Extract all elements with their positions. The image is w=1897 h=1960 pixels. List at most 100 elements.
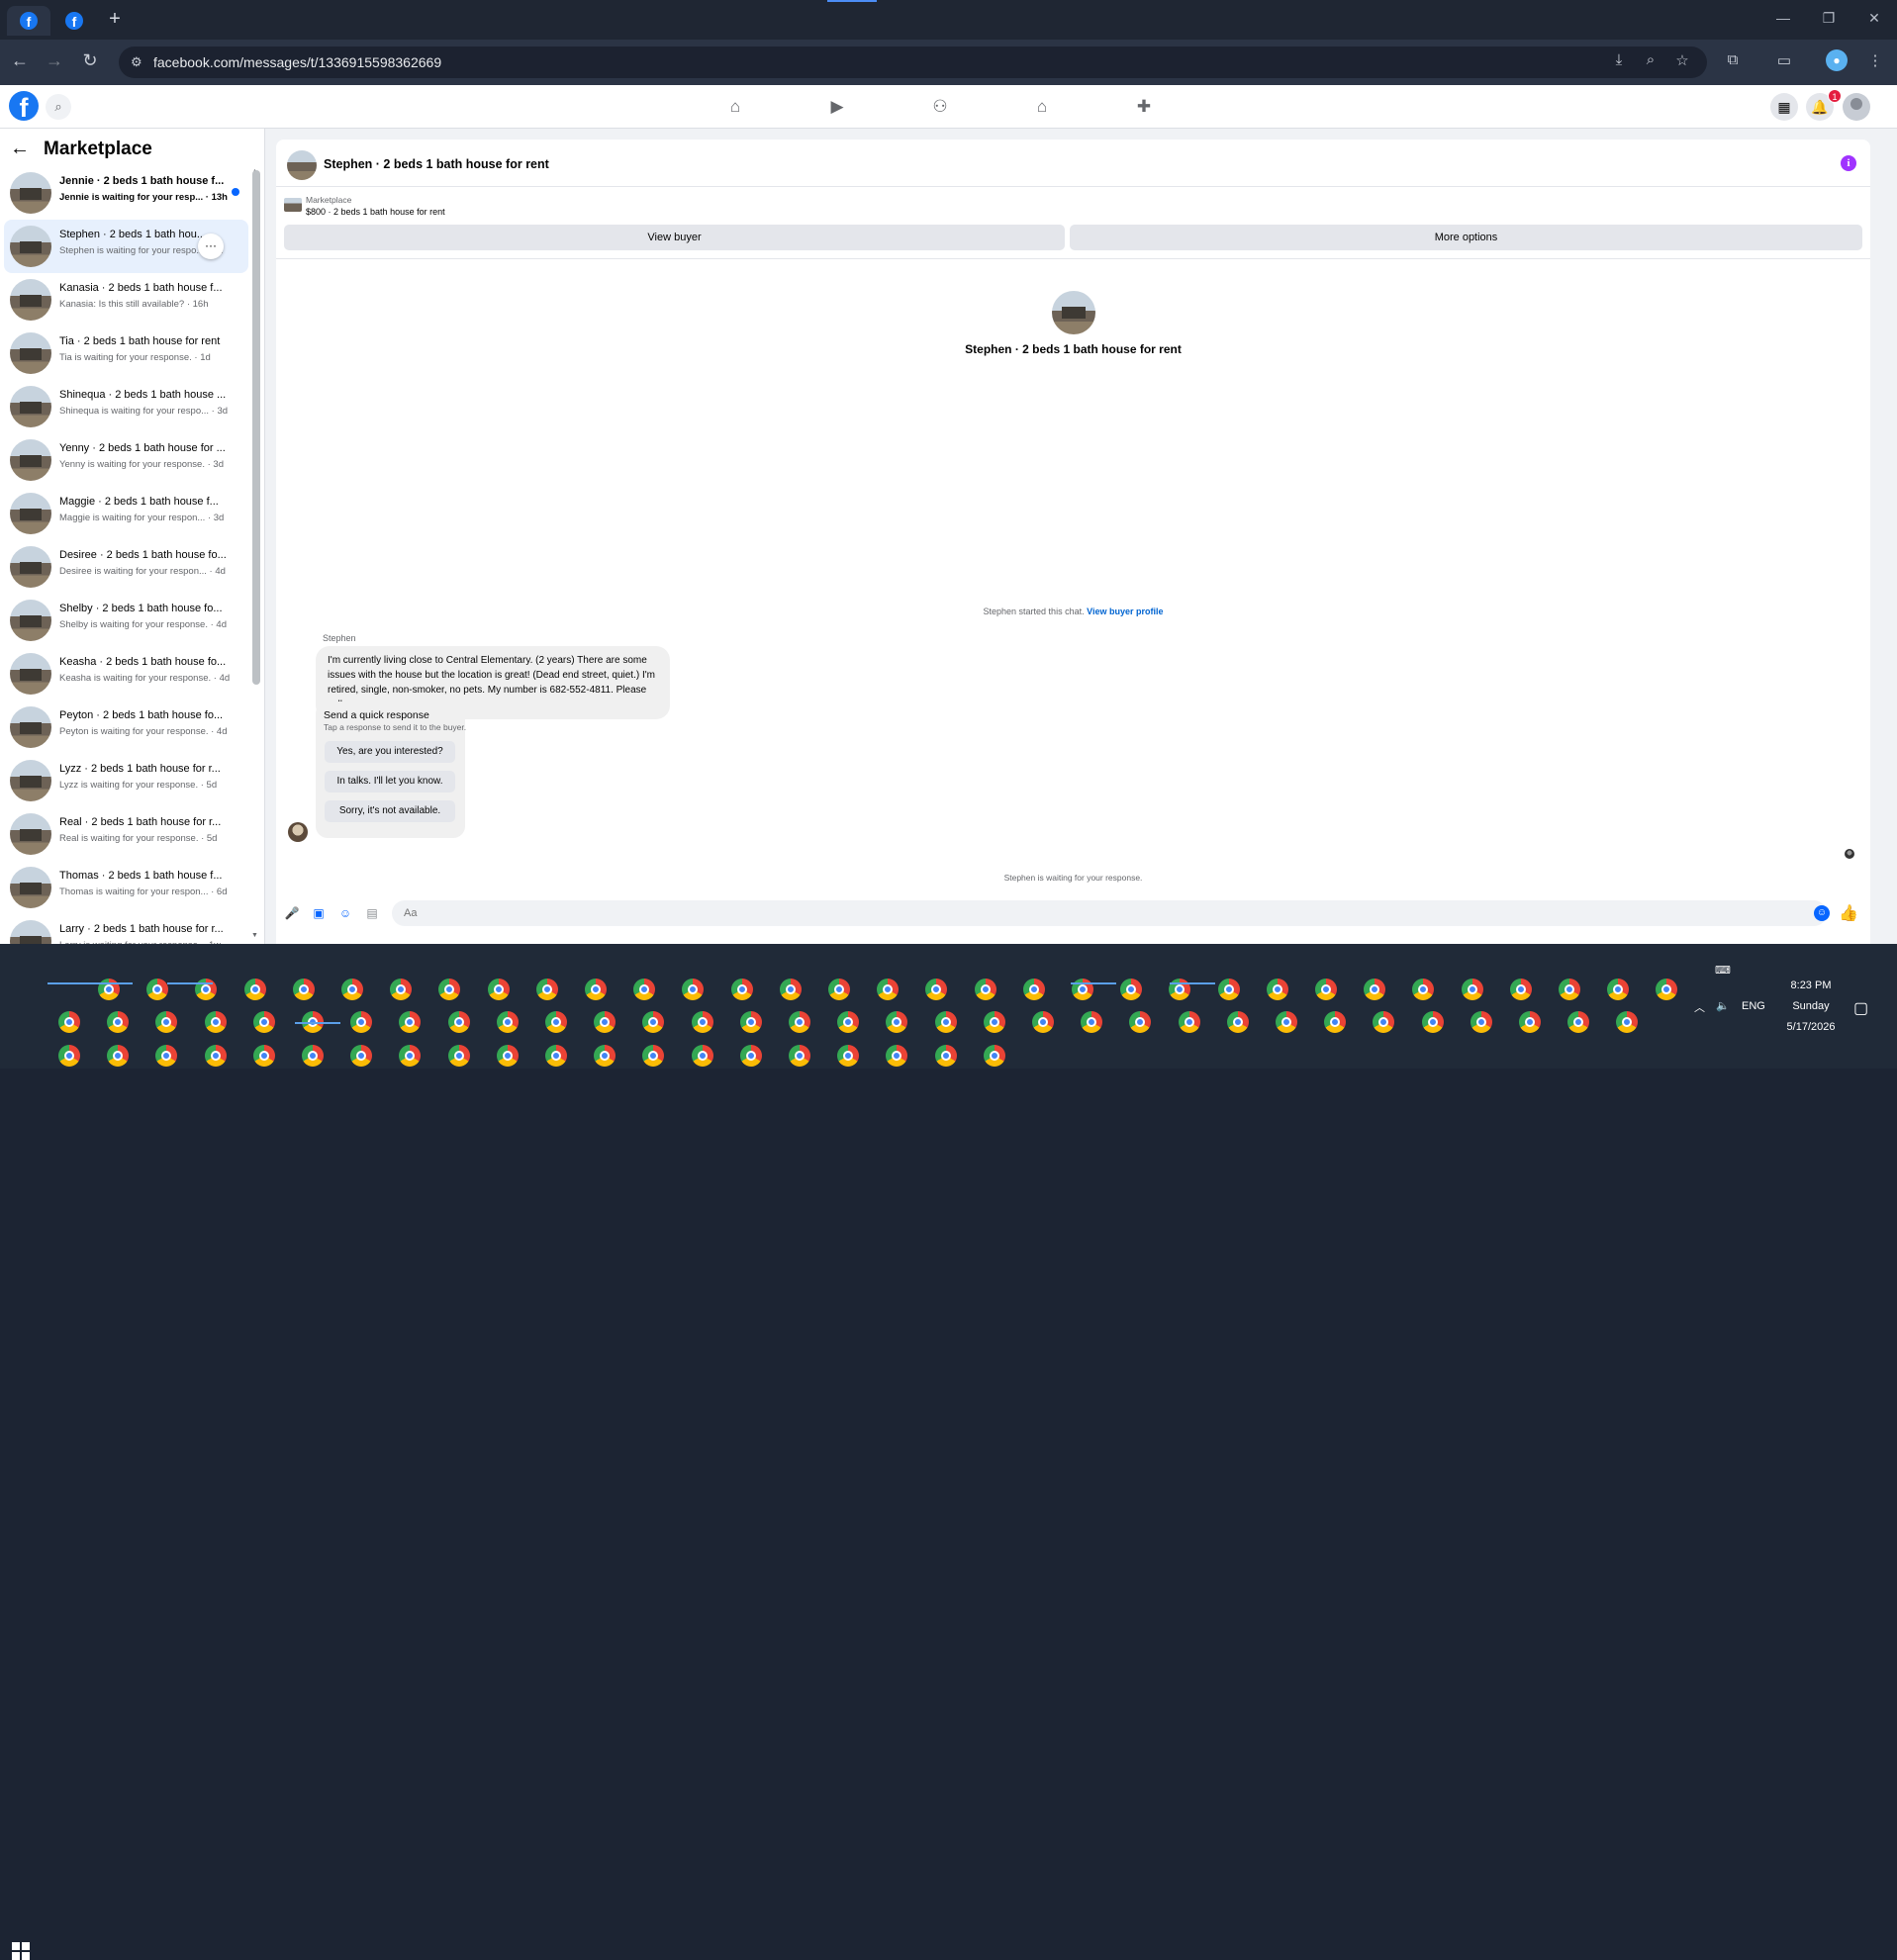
- chrome-taskbar-icon[interactable]: [1178, 1011, 1200, 1033]
- chrome-taskbar-icon[interactable]: [837, 1045, 860, 1067]
- conversation-item[interactable]: Stephen · 2 beds 1 bath hou... Stephen is…: [4, 220, 248, 273]
- home-icon[interactable]: ⌂: [724, 96, 746, 118]
- chrome-taskbar-icon[interactable]: [447, 1011, 470, 1033]
- chrome-taskbar-icon[interactable]: [594, 1045, 617, 1067]
- conversation-item[interactable]: Keasha · 2 beds 1 bath house fo... Keasha…: [4, 647, 248, 700]
- zoom-icon[interactable]: ⌕: [1640, 51, 1661, 68]
- chrome-taskbar-icon[interactable]: [1081, 1011, 1103, 1033]
- chrome-taskbar-icon[interactable]: [1607, 979, 1630, 1000]
- sender-avatar[interactable]: [288, 822, 308, 842]
- action-center-icon[interactable]: ▢: [1853, 998, 1868, 1018]
- more-options-button[interactable]: More options: [1070, 225, 1862, 250]
- info-icon[interactable]: i: [1841, 155, 1856, 171]
- marketplace-icon[interactable]: ⌂: [1031, 96, 1053, 118]
- chrome-taskbar-icon[interactable]: [1461, 979, 1483, 1000]
- chrome-taskbar-icon[interactable]: [1032, 1011, 1054, 1033]
- language-indicator[interactable]: ENG: [1742, 1000, 1765, 1012]
- chrome-taskbar-icon[interactable]: [691, 1045, 713, 1067]
- conversation-item[interactable]: Jennie · 2 beds 1 bath house f... Jennie …: [4, 166, 248, 220]
- chrome-taskbar-icon[interactable]: [877, 979, 900, 1000]
- site-info-icon[interactable]: ⚙: [131, 54, 142, 70]
- sticker-icon[interactable]: ☺: [337, 905, 353, 921]
- chrome-taskbar-icon[interactable]: [204, 1011, 227, 1033]
- conversation-item[interactable]: Tia · 2 beds 1 bath house for rent Tia is…: [4, 327, 248, 380]
- chrome-taskbar-icon[interactable]: [1470, 1011, 1492, 1033]
- chrome-taskbar-icon[interactable]: [1364, 979, 1386, 1000]
- conversation-item[interactable]: Shelby · 2 beds 1 bath house fo... Shelby…: [4, 594, 248, 647]
- conversation-item[interactable]: Peyton · 2 beds 1 bath house fo... Peyton…: [4, 700, 248, 754]
- menu-grid-icon[interactable]: ▦: [1770, 93, 1798, 121]
- minimize-icon[interactable]: —: [1773, 10, 1793, 26]
- chrome-taskbar-icon[interactable]: [983, 1045, 1005, 1067]
- chrome-taskbar-icon[interactable]: [390, 979, 413, 1000]
- chrome-taskbar-icon[interactable]: [739, 1045, 762, 1067]
- chrome-taskbar-icon[interactable]: [341, 979, 363, 1000]
- chrome-taskbar-icon[interactable]: [934, 1045, 957, 1067]
- quick-response-button[interactable]: In talks. I'll let you know.: [325, 771, 455, 793]
- tab-search-icon[interactable]: ▭: [1773, 51, 1795, 69]
- close-icon[interactable]: ✕: [1864, 10, 1884, 27]
- chrome-taskbar-icon[interactable]: [1559, 979, 1580, 1000]
- clock-day[interactable]: Sunday: [1781, 1000, 1841, 1012]
- chrome-taskbar-icon[interactable]: [886, 1045, 908, 1067]
- url-text[interactable]: facebook.com/messages/t/1336915598362669: [153, 54, 441, 70]
- emoji-icon[interactable]: ☺: [1814, 905, 1830, 921]
- view-buyer-profile-link[interactable]: View buyer profile: [1087, 607, 1163, 616]
- chrome-taskbar-icon[interactable]: [1324, 1011, 1347, 1033]
- chrome-taskbar-icon[interactable]: [292, 979, 315, 1000]
- browser-tab-facebook-active[interactable]: f: [7, 6, 50, 36]
- chrome-taskbar-icon[interactable]: [1120, 979, 1143, 1000]
- chrome-taskbar-icon[interactable]: [974, 979, 996, 1000]
- browser-tab-facebook[interactable]: f: [52, 6, 96, 36]
- conversation-item[interactable]: Shinequa · 2 beds 1 bath house ... Shineq…: [4, 380, 248, 433]
- chrome-taskbar-icon[interactable]: [496, 1011, 519, 1033]
- chrome-taskbar-icon[interactable]: [633, 979, 656, 1000]
- chrome-taskbar-icon[interactable]: [302, 1045, 324, 1067]
- bookmark-star-icon[interactable]: ☆: [1671, 51, 1693, 69]
- chrome-taskbar-icon[interactable]: [682, 979, 705, 1000]
- chrome-taskbar-icon[interactable]: [1421, 1011, 1444, 1033]
- quick-response-button[interactable]: Sorry, it's not available.: [325, 800, 455, 822]
- clock-date[interactable]: 5/17/2026: [1778, 1021, 1844, 1033]
- chrome-taskbar-icon[interactable]: [1567, 1011, 1590, 1033]
- chrome-taskbar-icon[interactable]: [934, 1011, 957, 1033]
- reload-icon[interactable]: ↻: [79, 50, 101, 71]
- gif-icon[interactable]: ▤: [364, 905, 380, 921]
- sidebar-scrollbar[interactable]: [252, 170, 260, 685]
- browser-menu-icon[interactable]: ⋮: [1864, 51, 1886, 69]
- gaming-icon[interactable]: ✚: [1133, 96, 1155, 118]
- chrome-taskbar-icon[interactable]: [594, 1011, 617, 1033]
- account-avatar[interactable]: [1843, 93, 1870, 121]
- more-options-icon[interactable]: ···: [198, 233, 224, 259]
- profile-extension-icon[interactable]: ●: [1826, 49, 1848, 71]
- chrome-taskbar-icon[interactable]: [779, 979, 802, 1000]
- microphone-icon[interactable]: 🎤: [284, 905, 300, 921]
- photo-icon[interactable]: ▣: [311, 905, 327, 921]
- chrome-taskbar-icon[interactable]: [487, 979, 510, 1000]
- chrome-taskbar-icon[interactable]: [1412, 979, 1435, 1000]
- chrome-taskbar-icon[interactable]: [1656, 979, 1678, 1000]
- chrome-taskbar-icon[interactable]: [983, 1011, 1005, 1033]
- video-icon[interactable]: ▶: [826, 96, 848, 118]
- chrome-taskbar-icon[interactable]: [545, 1045, 567, 1067]
- chrome-taskbar-icon[interactable]: [691, 1011, 713, 1033]
- chrome-taskbar-icon[interactable]: [837, 1011, 860, 1033]
- chrome-taskbar-icon[interactable]: [1217, 979, 1240, 1000]
- conversation-item[interactable]: Desiree · 2 beds 1 bath house fo... Desir…: [4, 540, 248, 594]
- address-bar[interactable]: ⚙ facebook.com/messages/t/13369155983626…: [119, 47, 1707, 78]
- restore-icon[interactable]: ❐: [1819, 10, 1839, 27]
- conversation-item[interactable]: Larry · 2 beds 1 bath house for r...Larr…: [4, 914, 248, 944]
- conversation-item[interactable]: Lyzz · 2 beds 1 bath house for r... Lyzz …: [4, 754, 248, 807]
- chrome-taskbar-icon[interactable]: [204, 1045, 227, 1067]
- extensions-icon[interactable]: ⧉: [1722, 51, 1744, 68]
- chrome-taskbar-icon[interactable]: [252, 1045, 275, 1067]
- forward-icon[interactable]: →: [44, 50, 65, 71]
- chrome-taskbar-icon[interactable]: [155, 1045, 178, 1067]
- chrome-taskbar-icon[interactable]: [642, 1011, 665, 1033]
- friends-icon[interactable]: ⚇: [929, 96, 951, 118]
- chrome-taskbar-icon[interactable]: [535, 979, 558, 1000]
- chrome-taskbar-icon[interactable]: [545, 1011, 567, 1033]
- facebook-logo[interactable]: f: [9, 91, 39, 121]
- chrome-taskbar-icon[interactable]: [399, 1045, 422, 1067]
- chrome-taskbar-icon[interactable]: [58, 1011, 80, 1033]
